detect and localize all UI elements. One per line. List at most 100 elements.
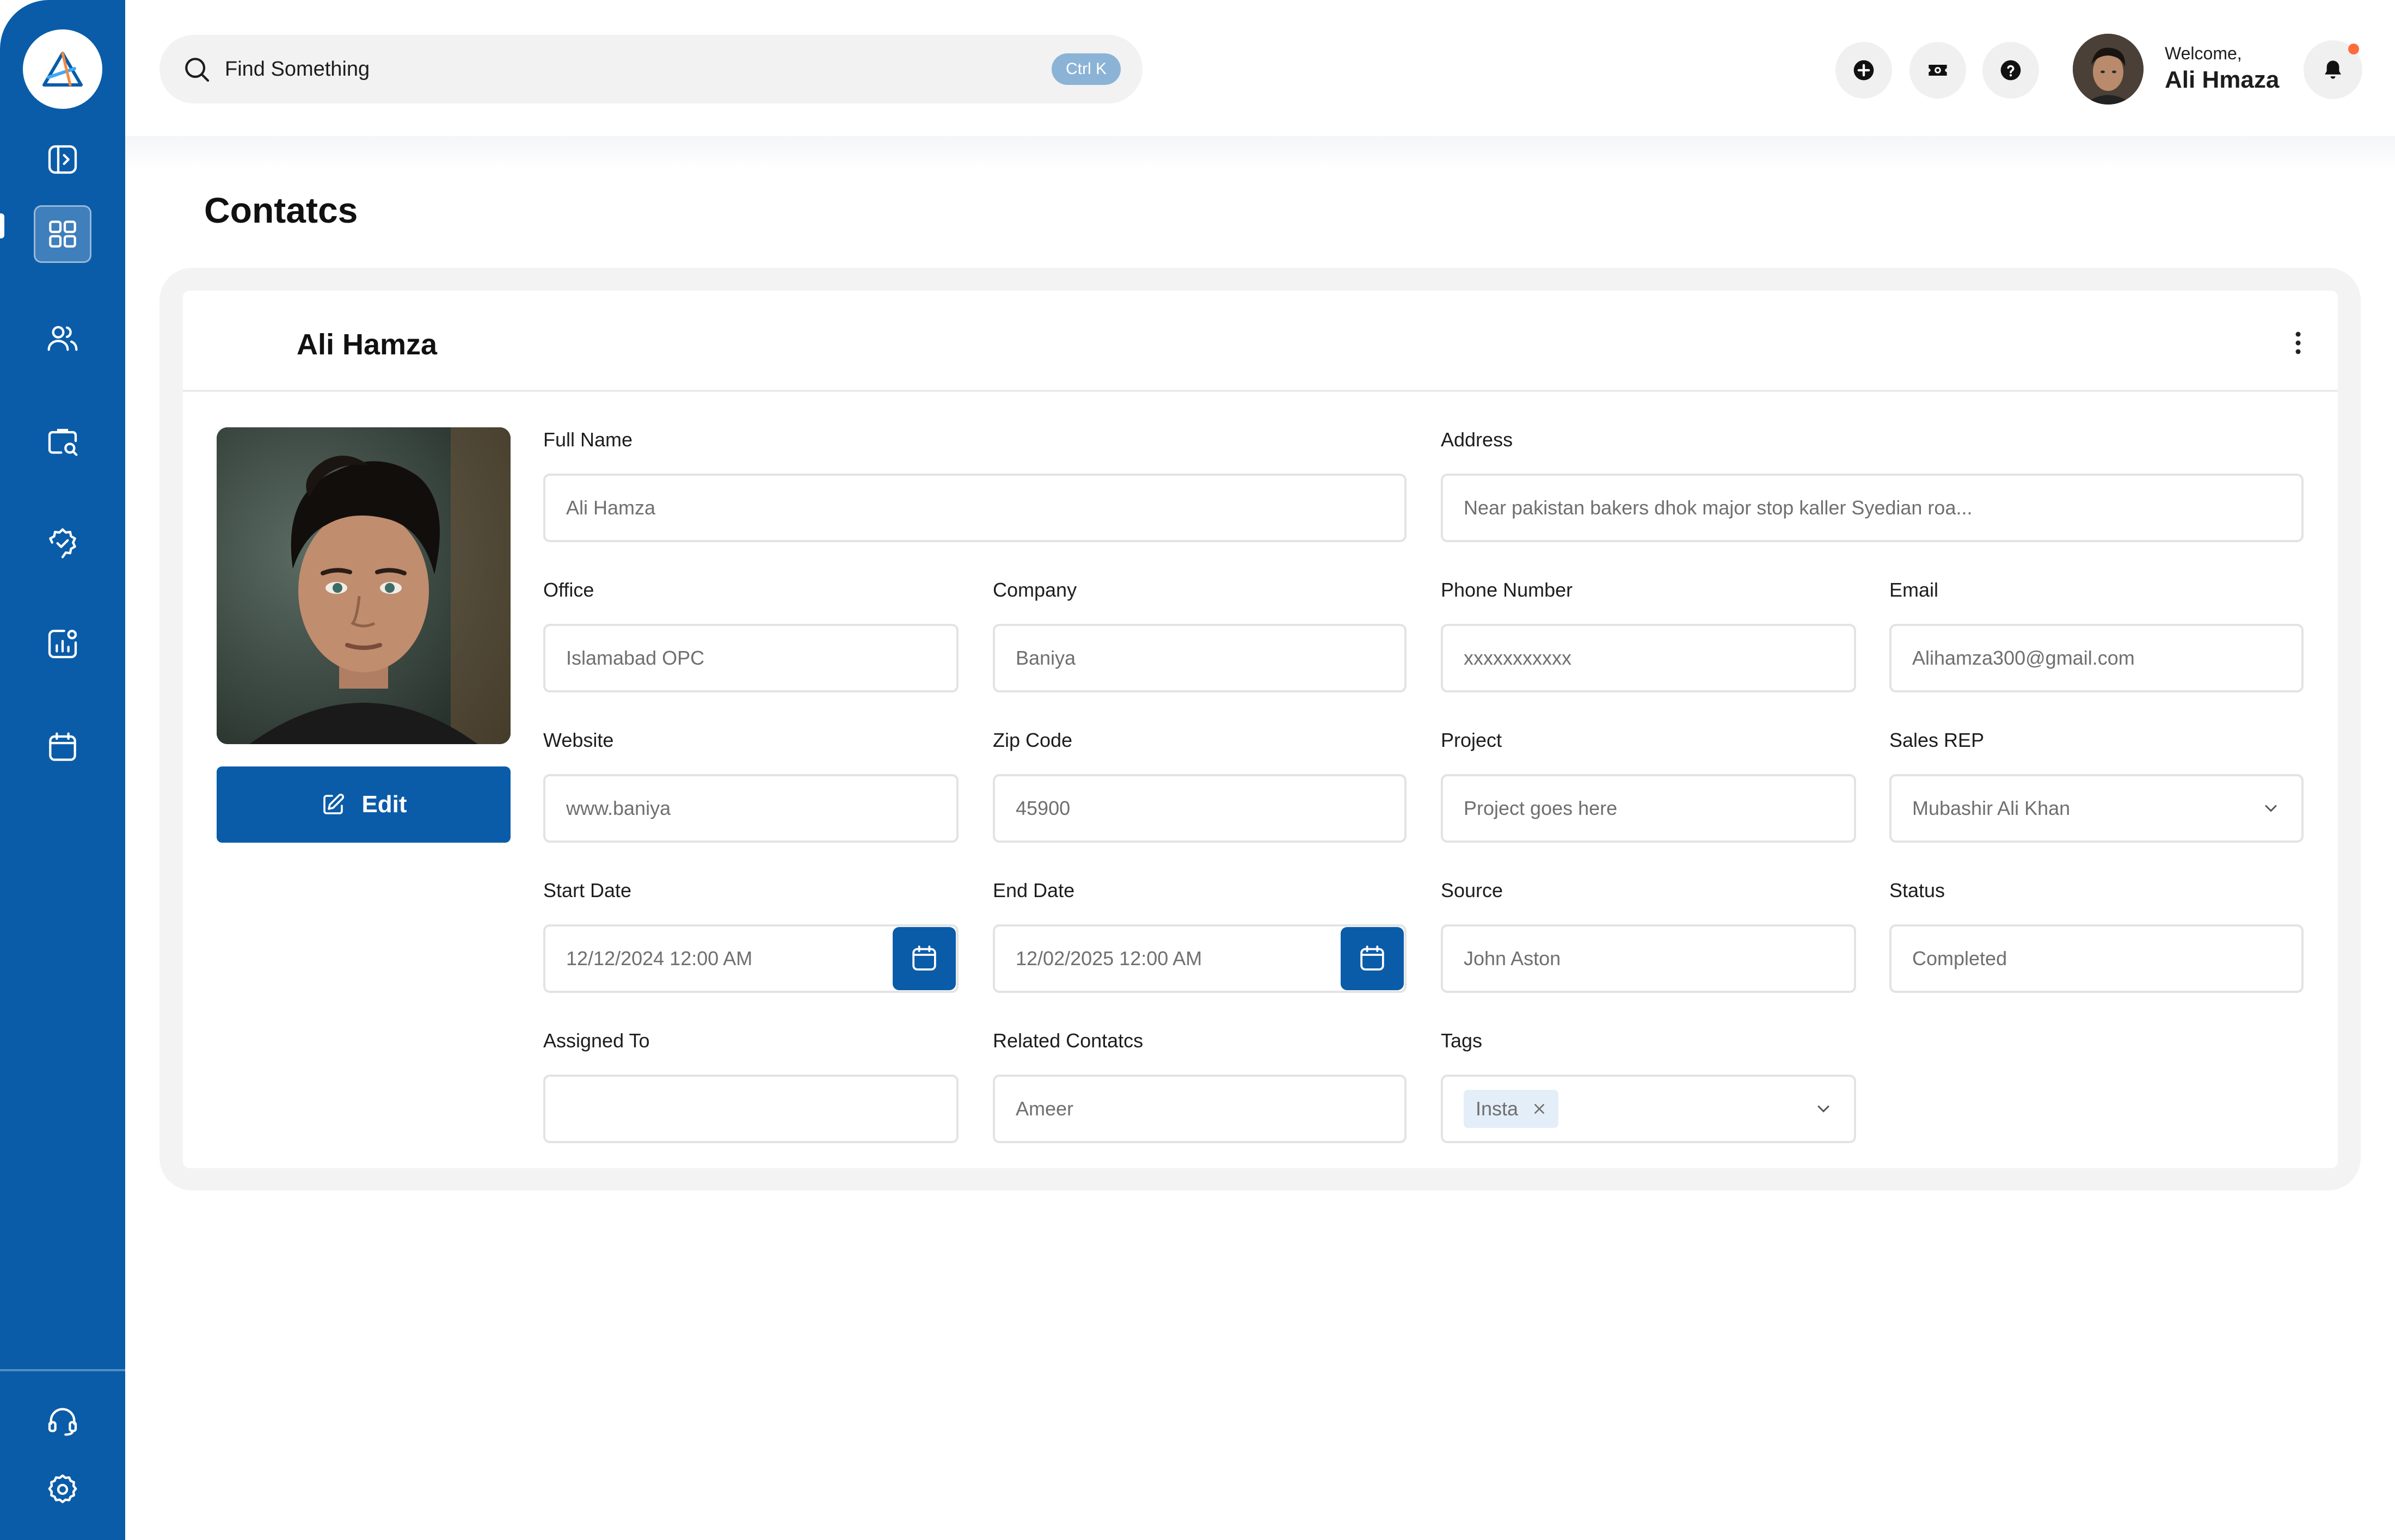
address-field[interactable]: Near pakistan bakers dhok major stop kal… [1441, 474, 2304, 542]
office-label: Office [543, 579, 594, 601]
settings-icon [48, 1474, 77, 1504]
email-value: Alihamza300@gmail.com [1912, 647, 2135, 669]
search-icon [185, 58, 210, 82]
related-contacts-field[interactable]: Ameer [993, 1075, 1407, 1143]
assigned-to-label: Assigned To [543, 1029, 650, 1052]
address-label: Address [1441, 428, 1513, 451]
briefcase-search-icon [48, 428, 78, 456]
notification-dot [2348, 44, 2359, 54]
active-nav-marker [0, 213, 4, 238]
zip-code-value: 45900 [1016, 797, 1071, 819]
sidebar-item-analytics[interactable] [34, 615, 91, 673]
dashboard-icon [49, 220, 76, 248]
sidebar-item-toggle-panel[interactable] [34, 131, 91, 188]
edit-contact-button[interactable]: Edit [217, 766, 511, 843]
calendar-icon [1360, 945, 1384, 971]
project-field[interactable]: Project goes here [1441, 774, 1856, 843]
website-field[interactable]: www.baniya [543, 774, 959, 843]
company-field[interactable]: Baniya [993, 624, 1407, 692]
source-field[interactable]: John Aston [1441, 924, 1856, 993]
headset-icon [48, 1408, 77, 1436]
tag-chip-label: Insta [1476, 1097, 1519, 1120]
address-value: Near pakistan bakers dhok major stop kal… [1464, 496, 1973, 519]
status-field[interactable]: Completed [1889, 924, 2304, 993]
related-contacts-label: Related Contatcs [993, 1029, 1144, 1052]
chevron-down-icon [1817, 1106, 1829, 1113]
tags-select[interactable]: Insta [1441, 1075, 1856, 1143]
ticket-button[interactable] [1909, 42, 1966, 99]
analytics-icon [48, 629, 77, 659]
email-label: Email [1889, 579, 1939, 601]
project-value: Project goes here [1464, 797, 1618, 819]
help-icon [2000, 60, 2021, 81]
project-label: Project [1441, 729, 1502, 751]
sales-rep-select[interactable]: Mubashir Ali Khan [1889, 774, 2304, 843]
ticket-icon [1929, 65, 1947, 76]
office-field[interactable]: Islamabad OPC [543, 624, 959, 692]
assigned-to-field[interactable] [543, 1075, 959, 1143]
kebab-menu-icon [2295, 332, 2301, 354]
contact-header-name: Ali Hamza [297, 328, 438, 361]
phone-field[interactable]: xxxxxxxxxxx [1441, 624, 1856, 692]
search-input[interactable]: Find Something [225, 58, 1052, 81]
contact-photo-image [217, 427, 511, 744]
website-value: www.baniya [566, 797, 671, 819]
sidebar-item-dashboard[interactable] [34, 205, 91, 263]
more-options-button[interactable] [2286, 326, 2310, 360]
start-date-field[interactable]: 12/12/2024 12:00 AM [543, 924, 959, 993]
topbar-shadow [125, 136, 2395, 169]
start-date-value: 12/12/2024 12:00 AM [566, 947, 753, 970]
end-date-label: End Date [993, 879, 1075, 901]
sidebar-item-contacts[interactable] [34, 309, 91, 367]
sidebar-item-badges[interactable] [34, 514, 91, 572]
start-date-picker-button[interactable] [893, 927, 956, 990]
status-label: Status [1889, 879, 1945, 901]
related-contacts-value: Ameer [1016, 1097, 1074, 1120]
calendar-icon [912, 945, 936, 971]
page-title: Contatcs [204, 190, 358, 230]
contact-photo [217, 427, 511, 744]
phone-value: xxxxxxxxxxx [1464, 647, 1571, 669]
sidebar-item-support[interactable] [34, 1392, 91, 1450]
office-value: Islamabad OPC [566, 647, 705, 669]
user-avatar[interactable] [2073, 34, 2144, 105]
phone-label: Phone Number [1441, 579, 1573, 601]
sidebar-item-settings[interactable] [34, 1461, 91, 1518]
sidebar-item-calendar[interactable] [34, 719, 91, 776]
full-name-label: Full Name [543, 428, 633, 451]
end-date-field[interactable]: 12/02/2025 12:00 AM [993, 924, 1407, 993]
status-value: Completed [1912, 947, 2007, 970]
source-label: Source [1441, 879, 1503, 901]
edit-button-label: Edit [361, 791, 407, 818]
start-date-label: Start Date [543, 879, 632, 901]
tags-label: Tags [1441, 1029, 1483, 1052]
calendar-icon [49, 732, 76, 761]
user-avatar-image [2073, 34, 2144, 105]
user-name: Ali Hmaza [2165, 66, 2280, 93]
company-value: Baniya [1016, 647, 1076, 669]
sidebar-divider [0, 1369, 125, 1371]
email-field[interactable]: Alihamza300@gmail.com [1889, 624, 2304, 692]
bell-icon [2325, 60, 2341, 79]
edit-icon [323, 793, 345, 814]
sidebar [0, 0, 125, 1540]
sales-rep-value: Mubashir Ali Khan [1912, 797, 2071, 819]
zip-code-field[interactable]: 45900 [993, 774, 1407, 843]
chevron-down-icon [2265, 805, 2277, 812]
logo-icon [42, 52, 83, 87]
users-icon [47, 326, 78, 351]
end-date-value: 12/02/2025 12:00 AM [1016, 947, 1202, 970]
full-name-field[interactable]: Ali Hamza [543, 474, 1407, 542]
zip-code-label: Zip Code [993, 729, 1073, 751]
help-button[interactable] [1982, 42, 2039, 99]
full-name-value: Ali Hamza [566, 496, 656, 519]
plus-circle-icon [1853, 60, 1874, 81]
add-button[interactable] [1835, 42, 1892, 99]
remove-tag-icon[interactable] [1532, 1102, 1546, 1116]
sidebar-item-jobs[interactable] [34, 412, 91, 470]
end-date-picker-button[interactable] [1341, 927, 1404, 990]
app-logo[interactable] [23, 29, 102, 109]
badge-icon [49, 528, 76, 559]
search-bar[interactable]: Find Something Ctrl K [159, 35, 1143, 103]
company-label: Company [993, 579, 1077, 601]
